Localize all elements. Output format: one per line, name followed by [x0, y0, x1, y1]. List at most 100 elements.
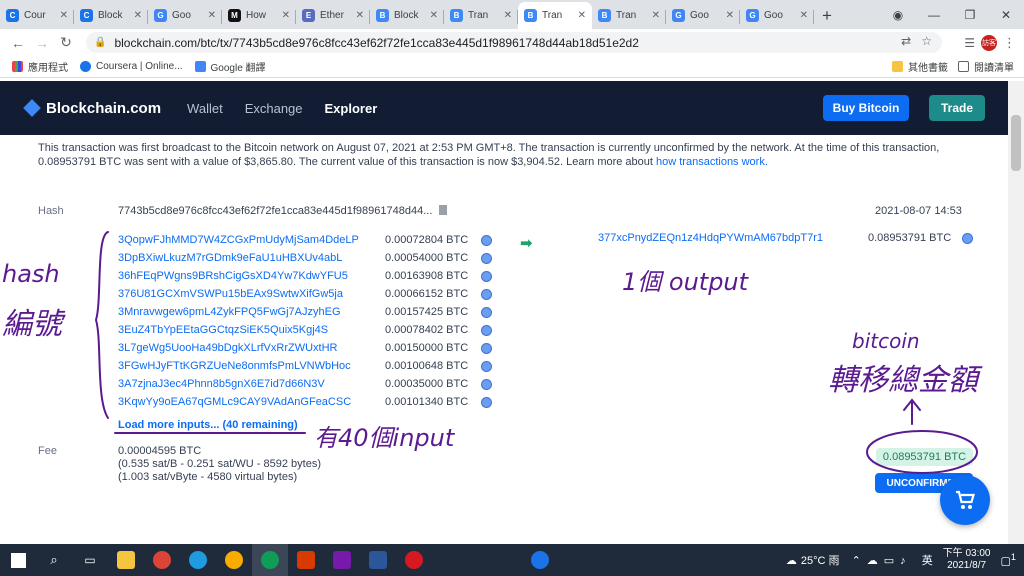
tab-title: Tran [616, 10, 637, 21]
how-transactions-work-link[interactable]: how transactions work. [656, 156, 768, 168]
input-address[interactable]: 3A7zjnaJ3ec4Phnn8b5gnX6E7id7d66N3V [118, 378, 385, 390]
minimize-button[interactable]: — [916, 0, 952, 29]
input-address[interactable]: 3DpBXiwLkuzM7rGDmk9eFaU1uHBXUv4abL [118, 252, 385, 264]
input-address[interactable]: 36hFEqPWgns9BRshCigGsXD4Yw7KdwYFU5 [118, 270, 385, 282]
input-address[interactable]: 376U81GCXmVSWPu15bEAx9SwtwXifGw5ja [118, 288, 385, 300]
tab-search-icon[interactable]: ◉ [880, 0, 916, 29]
globe-icon[interactable] [481, 234, 492, 246]
menu-icon[interactable]: ⋮ [1003, 35, 1016, 51]
tab-close-icon[interactable]: ✕ [356, 10, 364, 21]
tab-favicon-icon: B [376, 9, 389, 22]
globe-icon[interactable] [481, 342, 492, 354]
ime-indicator[interactable]: 英 [922, 552, 933, 568]
bookmark-translate[interactable]: Google 翻譯 [194, 59, 266, 74]
input-amount: 0.00101340 BTC [385, 396, 469, 408]
tab-favicon-icon: E [302, 9, 315, 22]
chrome-active-icon[interactable] [252, 544, 288, 576]
copy-icon[interactable] [439, 205, 448, 215]
buy-bitcoin-button[interactable]: Buy Bitcoin [823, 95, 909, 121]
bookmark-apps[interactable]: 應用程式 [12, 59, 68, 74]
tab-close-icon[interactable]: ✕ [652, 10, 660, 21]
back-icon[interactable]: ← [6, 31, 30, 55]
cart-button[interactable] [940, 475, 990, 525]
input-address[interactable]: 3EuZ4TbYpEEtaGGCtqzSiEK5Quix5Kgj4S [118, 324, 385, 336]
input-amount: 0.00163908 BTC [385, 270, 469, 282]
bookmark-reading-list[interactable]: 閱讀清單 [958, 59, 1014, 74]
globe-icon[interactable] [481, 288, 492, 300]
browser-tab[interactable]: M How ✕ [222, 2, 296, 29]
task-view-icon[interactable]: ▭ [72, 544, 108, 576]
office-icon[interactable] [288, 544, 324, 576]
edge-icon[interactable] [180, 544, 216, 576]
tab-close-icon[interactable]: ✕ [504, 10, 512, 21]
tab-close-icon[interactable]: ✕ [726, 10, 734, 21]
windows-start-icon[interactable] [0, 544, 36, 576]
globe-icon[interactable] [481, 360, 492, 372]
input-address[interactable]: 3QopwFJhMMD7W4ZCGxPmUdyMjSam4DdeLP [118, 234, 385, 246]
input-address[interactable]: 3L7geWg5UooHa49bDgkXLrfVxRrZWUxtHR [118, 342, 385, 354]
globe-icon[interactable] [481, 324, 492, 336]
tab-close-icon[interactable]: ✕ [60, 10, 68, 21]
weather-text[interactable]: 25°C 雨 [801, 552, 840, 568]
page-scrollbar[interactable] [1008, 81, 1024, 544]
browser-tab[interactable]: B Block ✕ [370, 2, 444, 29]
input-address[interactable]: 3Mnravwgew6pmL4ZykFPQ5FwGj7AJzyhEG [118, 306, 385, 318]
address-bar[interactable]: 🔒 blockchain.com/btc/tx/7743b5cd8e976c8f… [86, 32, 942, 53]
chrome-canary-icon[interactable] [216, 544, 252, 576]
bookmark-star-icon[interactable]: ☆ [921, 34, 932, 48]
globe-icon[interactable] [481, 270, 492, 282]
profile-avatar[interactable]: 訪客 [981, 34, 997, 51]
globe-icon[interactable] [481, 306, 492, 318]
tab-close-icon[interactable]: ✕ [208, 10, 216, 21]
tab-close-icon[interactable]: ✕ [800, 10, 808, 21]
tab-favicon-icon: G [154, 9, 167, 22]
browser-tab[interactable]: B Tran ✕ [592, 2, 666, 29]
notification-icon[interactable]: ▢1 [1001, 552, 1017, 568]
browser-tab[interactable]: C Block ✕ [74, 2, 148, 29]
globe-icon[interactable] [962, 233, 973, 244]
tab-close-icon[interactable]: ✕ [578, 10, 586, 21]
reading-list-icon[interactable]: ☰ [964, 36, 975, 50]
tab-title: Block [98, 10, 123, 21]
globe-icon[interactable] [481, 252, 492, 264]
globe-icon[interactable] [481, 396, 492, 408]
tab-close-icon[interactable]: ✕ [430, 10, 438, 21]
browser-tab[interactable]: G Goo ✕ [666, 2, 740, 29]
close-window-button[interactable]: ✕ [988, 0, 1024, 29]
onenote-icon[interactable] [324, 544, 360, 576]
blockchain-logo[interactable]: Blockchain.com [23, 99, 161, 117]
trade-button[interactable]: Trade [929, 95, 985, 121]
browser-tab[interactable]: C Cour ✕ [0, 2, 74, 29]
trend-micro-icon[interactable] [396, 544, 432, 576]
chrome-icon[interactable] [144, 544, 180, 576]
scrollbar-thumb[interactable] [1011, 115, 1021, 171]
new-tab-button[interactable]: + [814, 2, 840, 29]
browser-tab[interactable]: G Goo ✕ [740, 2, 814, 29]
clock[interactable]: 下午 03:00 2021/8/7 [943, 548, 991, 572]
load-more-inputs-link[interactable]: Load more inputs... (40 remaining) [118, 419, 298, 431]
bookmark-coursera[interactable]: Coursera | Online... [80, 61, 183, 72]
browser-tab[interactable]: B Tran ✕ [444, 2, 518, 29]
tab-close-icon[interactable]: ✕ [134, 10, 142, 21]
input-address[interactable]: 3KqwYy9oEA67qGMLc9CAY9VAdAnGFeaCSC [118, 396, 385, 408]
reload-icon[interactable]: ↻ [54, 31, 78, 55]
browser-tab[interactable]: B Tran ✕ [518, 2, 592, 29]
browser-tab[interactable]: G Goo ✕ [148, 2, 222, 29]
browser-tab[interactable]: E Ether ✕ [296, 2, 370, 29]
word-icon[interactable] [360, 544, 396, 576]
nav-exchange[interactable]: Exchange [245, 101, 303, 116]
nav-wallet[interactable]: Wallet [187, 101, 223, 116]
forward-icon[interactable]: → [30, 31, 54, 55]
restore-button[interactable]: ❐ [952, 0, 988, 29]
bookmark-other[interactable]: 其他書籤 [892, 59, 948, 74]
file-explorer-icon[interactable] [108, 544, 144, 576]
tab-close-icon[interactable]: ✕ [282, 10, 290, 21]
translate-icon[interactable]: ⇄ [901, 34, 911, 48]
tray-icons[interactable]: ⌃☁▭♪ [852, 554, 912, 567]
globe-icon[interactable] [481, 378, 492, 390]
search-icon[interactable]: ⌕ [36, 544, 72, 576]
help-icon[interactable] [522, 544, 558, 576]
output-address[interactable]: 377xcPnydZEQn1z4HdqPYWmAM67bdpT7r1 [598, 232, 823, 244]
nav-explorer[interactable]: Explorer [325, 101, 378, 116]
input-address[interactable]: 3FGwHJyFTtKGRZUeNe8onmfsPmLVNWbHoc [118, 360, 385, 372]
